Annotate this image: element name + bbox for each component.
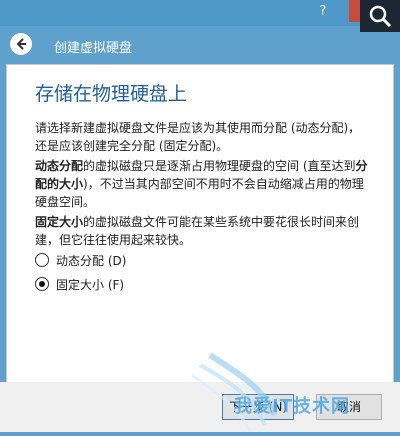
dynamic-description: 动态分配的虚拟磁盘只是逐渐占用物理硬盘的空间 (直至达到分配的大小)，不过当其内…: [35, 157, 371, 211]
watermark-wings-icon: [180, 345, 400, 432]
fixed-text: 的虚拟磁盘文件可能在某些系统中要花很长时间来创建，但它往往使用起来较快。: [35, 215, 360, 247]
dynamic-bold-label: 动态分配: [35, 159, 84, 173]
page-title: 存储在物理硬盘上: [35, 83, 188, 105]
wizard-header: 创建虚拟硬盘: [0, 26, 400, 64]
radio-dynamic[interactable]: 动态分配 (D): [35, 251, 126, 269]
radio-button-dynamic[interactable]: [35, 253, 49, 267]
dynamic-text-a: 的虚拟磁盘只是逐渐占用物理硬盘的空间 (直至达到: [83, 159, 356, 173]
window-titlebar: ? ✕: [0, 0, 400, 32]
back-arrow-icon[interactable]: [10, 33, 32, 55]
radio-fixed[interactable]: 固定大小 (F): [35, 275, 124, 293]
fixed-bold-label: 固定大小: [35, 215, 84, 229]
fixed-description: 固定大小的虚拟磁盘文件可能在某些系统中要花很长时间来创建，但它往往使用起来较快。: [35, 213, 371, 249]
wizard-content-panel: 存储在物理硬盘上 请选择新建虚拟硬盘文件是应该为其使用而分配 (动态分配)，还是…: [6, 64, 394, 384]
radio-fixed-label: 固定大小 (F): [56, 277, 125, 292]
watermark-text: 我爱IT技术网: [234, 396, 350, 417]
help-button[interactable]: ?: [313, 2, 333, 22]
intro-text: 请选择新建虚拟硬盘文件是应该为其使用而分配 (动态分配)，还是应该创建完全分配 …: [35, 121, 361, 153]
dynamic-text-b: )，不过当其内部空间不用时不会自动缩减占用的物理硬盘空间。: [35, 177, 364, 209]
radio-button-fixed[interactable]: [35, 277, 49, 291]
radio-dynamic-label: 动态分配 (D): [56, 253, 127, 268]
window-title: 创建虚拟硬盘: [54, 41, 133, 56]
